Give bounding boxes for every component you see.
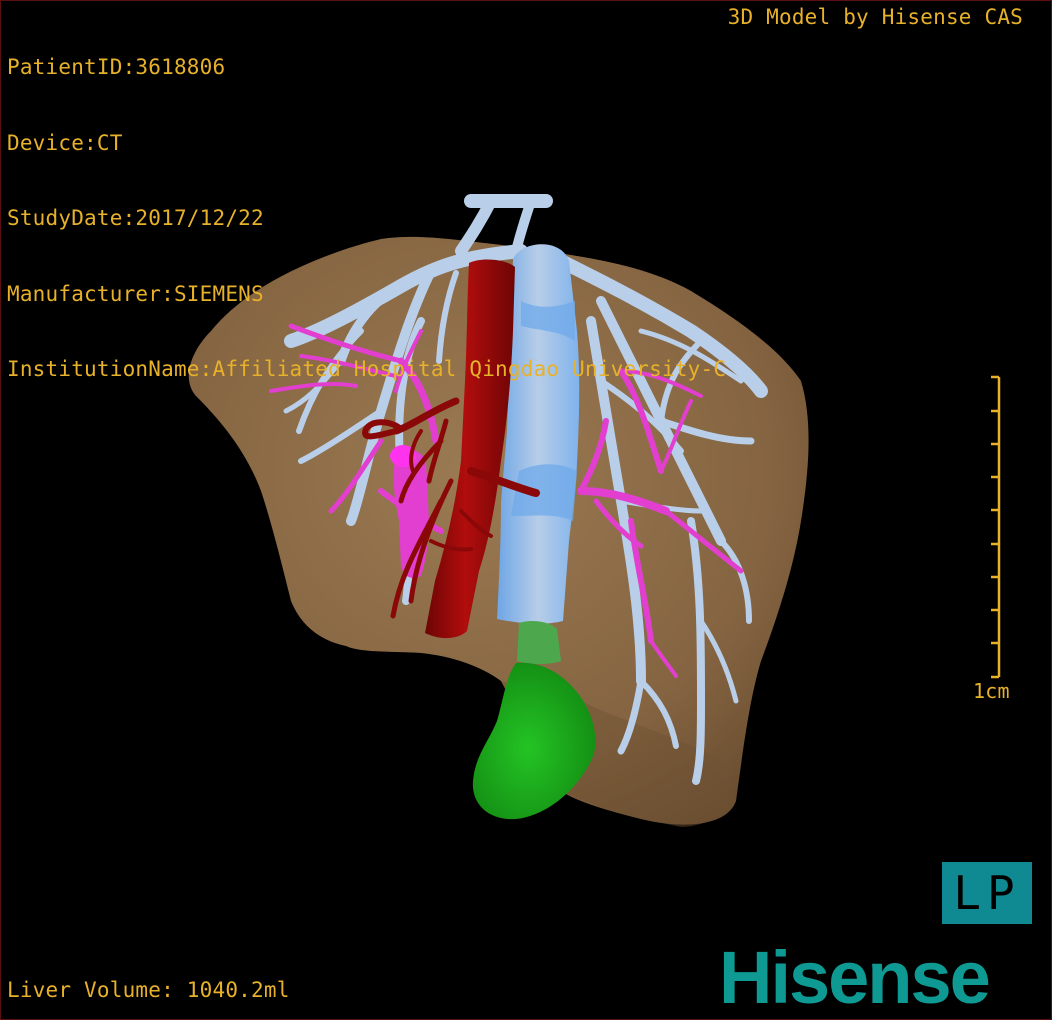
hisense-logo: Hisense	[719, 936, 991, 1019]
orientation-indicator[interactable]: LP	[942, 862, 1032, 924]
institution-name: InstitutionName:Affiliated Hospital Qing…	[7, 357, 727, 381]
scale-bar	[991, 375, 1001, 679]
scale-bar-label: 1cm	[973, 679, 1010, 703]
ivc-lower	[517, 621, 561, 664]
manufacturer: Manufacturer:SIEMENS	[7, 281, 264, 306]
study-date: StudyDate:2017/12/22	[7, 206, 264, 230]
patient-id: PatientID:3618806	[7, 55, 226, 79]
study-metadata: PatientID:3618806 Device:CT StudyDate:20…	[7, 5, 726, 433]
3d-viewport[interactable]: PatientID:3618806 Device:CT StudyDate:20…	[0, 0, 1052, 1020]
liver-volume: Liver Volume: 1040.2ml	[7, 978, 290, 1002]
model-credit: 3D Model by Hisense CAS	[727, 5, 1023, 29]
device: Device:CT	[7, 130, 123, 155]
